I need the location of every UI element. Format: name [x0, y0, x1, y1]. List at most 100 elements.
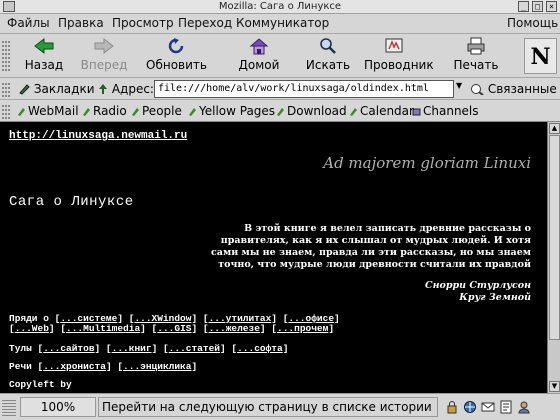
- link-hardware[interactable]: ...железе: [209, 323, 260, 334]
- close-button[interactable]: ×: [546, 1, 557, 12]
- link-sites[interactable]: ...сайтов: [43, 343, 94, 354]
- location-bar: Закладки Адрес: file:///home/alv/work/li…: [0, 78, 560, 100]
- personal-item-yellow-pages[interactable]: Yellow Pages: [188, 104, 275, 118]
- personal-item-webmail[interactable]: WebMail: [17, 104, 79, 118]
- reload-label: Обновить: [146, 58, 207, 72]
- personal-item-people[interactable]: People: [131, 104, 182, 118]
- personal-item-calendar[interactable]: Calendar: [349, 104, 414, 118]
- location-icon: [99, 84, 107, 94]
- bookmark-icon: [277, 108, 284, 116]
- related-icon: [471, 84, 484, 96]
- bookmarks-button[interactable]: Закладки: [18, 82, 95, 96]
- home-button[interactable]: Домой: [229, 37, 289, 75]
- window-title: Mozilla: Сага о Линуксе: [218, 1, 342, 12]
- related-button[interactable]: Связанные: [470, 82, 557, 96]
- menu-go[interactable]: Переход: [178, 16, 232, 30]
- link-gis[interactable]: ...GIS: [157, 323, 191, 334]
- personal-item-radio[interactable]: Radio: [82, 104, 127, 118]
- menu-view[interactable]: Просмотр: [112, 16, 174, 30]
- menu-communicator[interactable]: Коммуникатор: [236, 16, 329, 30]
- address-book-icon[interactable]: [517, 400, 531, 414]
- link-multimedia[interactable]: ...Multimedia: [66, 323, 140, 334]
- signature-book: Круг Земной: [459, 292, 531, 303]
- guide-button[interactable]: Проводник: [364, 37, 434, 75]
- toolbar-grip[interactable]: [2, 39, 10, 73]
- speeches-row: Речи [...хрониста] [...энциклика]: [9, 361, 198, 372]
- search-label: Искать: [305, 58, 351, 72]
- link-encyclical[interactable]: ...энциклика: [123, 361, 191, 372]
- url-input[interactable]: file:///home/alv/work/linuxsaga/oldindex…: [154, 80, 454, 98]
- mail-icon[interactable]: [481, 400, 495, 414]
- status-bar: 100% Перейти на следующую страницу в спи…: [0, 393, 560, 420]
- copyleft-text: Copyleft by: [9, 379, 72, 390]
- url-dropdown-icon[interactable]: ▼: [456, 81, 465, 90]
- forward-button[interactable]: Вперед: [74, 37, 134, 75]
- back-arrow-icon: [34, 37, 54, 55]
- page-content[interactable]: http://linuxsaga.newmail.ru Ad majorem g…: [0, 122, 547, 393]
- back-button[interactable]: Назад: [14, 37, 74, 75]
- navigator-icon[interactable]: [463, 400, 477, 414]
- channels-icon: [412, 108, 421, 116]
- menu-bar: Файлы Правка Просмотр Переход Коммуникат…: [0, 14, 560, 34]
- bookmark-icon: [189, 108, 196, 116]
- reload-icon: [168, 38, 184, 54]
- search-icon: [320, 38, 336, 54]
- site-link[interactable]: http://linuxsaga.newmail.ru: [9, 130, 187, 142]
- vertical-scrollbar[interactable]: ▲ ▼: [547, 122, 560, 393]
- tules-row: Тулы [...сайтов] [...книг] [...статей] […: [9, 343, 289, 354]
- link-software[interactable]: ...софта: [237, 343, 283, 354]
- home-label: Домой: [238, 58, 280, 72]
- status-grip[interactable]: [2, 398, 16, 416]
- bookmark-icon: [350, 108, 357, 116]
- scroll-down-icon[interactable]: ▼: [549, 381, 560, 392]
- guide-icon: [385, 38, 403, 53]
- scroll-up-icon[interactable]: ▲: [549, 123, 560, 134]
- menu-edit[interactable]: Правка: [58, 16, 104, 30]
- bookmark-icon: [83, 108, 90, 116]
- yarns-row-2: [...Web] [...Multimedia] [...GIS] [...же…: [9, 323, 335, 334]
- link-books[interactable]: ...книг: [112, 343, 152, 354]
- bookmarks-label: Закладки: [33, 82, 95, 96]
- reload-button[interactable]: Обновить: [146, 37, 207, 75]
- forward-arrow-icon: [94, 37, 114, 55]
- minimize-button[interactable]: _: [518, 1, 529, 12]
- menu-file[interactable]: Файлы: [7, 16, 50, 30]
- window-titlebar[interactable]: Mozilla: Сага о Линуксе _ □ ×: [0, 0, 560, 14]
- forward-label: Вперед: [80, 58, 128, 72]
- maximize-button[interactable]: □: [532, 1, 543, 12]
- zoom-level[interactable]: 100%: [20, 397, 96, 417]
- menu-help[interactable]: Помощь: [507, 16, 558, 30]
- link-chronicler[interactable]: ...хрониста: [43, 361, 106, 372]
- bookmark-icon: [132, 108, 139, 116]
- quote-signature: Снорри Стурлусон Круг Земной: [425, 280, 531, 304]
- personal-toolbar: WebMail Radio People Yellow Pages Downlo…: [0, 100, 560, 122]
- guide-label: Проводник: [364, 58, 434, 72]
- print-label: Печать: [453, 58, 499, 72]
- related-label: Связанные: [487, 82, 557, 96]
- scrollbar-thumb[interactable]: [549, 135, 560, 340]
- personal-item-channels[interactable]: Channels: [412, 104, 479, 118]
- link-web[interactable]: ...Web: [15, 323, 49, 334]
- search-button[interactable]: Искать: [298, 37, 358, 75]
- bookmarks-icon: [19, 84, 30, 95]
- component-tray: [442, 397, 557, 417]
- print-icon: [467, 37, 485, 55]
- bookmark-icon: [18, 108, 25, 116]
- intro-quote: В этой книге я велел записать древние ра…: [211, 223, 531, 270]
- security-lock-icon[interactable]: [445, 400, 459, 414]
- location-grip[interactable]: [2, 81, 10, 99]
- home-icon: [249, 38, 269, 55]
- tules-label: Тулы: [9, 343, 32, 354]
- link-other[interactable]: ...прочем: [277, 323, 328, 334]
- address-label: Адрес:: [98, 82, 154, 96]
- link-articles[interactable]: ...статей: [169, 343, 220, 354]
- personal-grip[interactable]: [2, 103, 10, 121]
- page-motto: Ad majorem gloriam Linuxi: [323, 154, 531, 172]
- print-button[interactable]: Печать: [446, 37, 506, 75]
- signature-author: Снорри Стурлусон: [425, 280, 531, 291]
- navigation-toolbar: Назад Вперед Обновить Домой Искать Прово…: [0, 35, 560, 78]
- status-message: Перейти на следующую страницу в списке и…: [98, 397, 438, 417]
- composer-icon[interactable]: [499, 400, 513, 414]
- personal-item-download[interactable]: Download: [276, 104, 347, 118]
- netscape-logo[interactable]: N: [524, 38, 557, 74]
